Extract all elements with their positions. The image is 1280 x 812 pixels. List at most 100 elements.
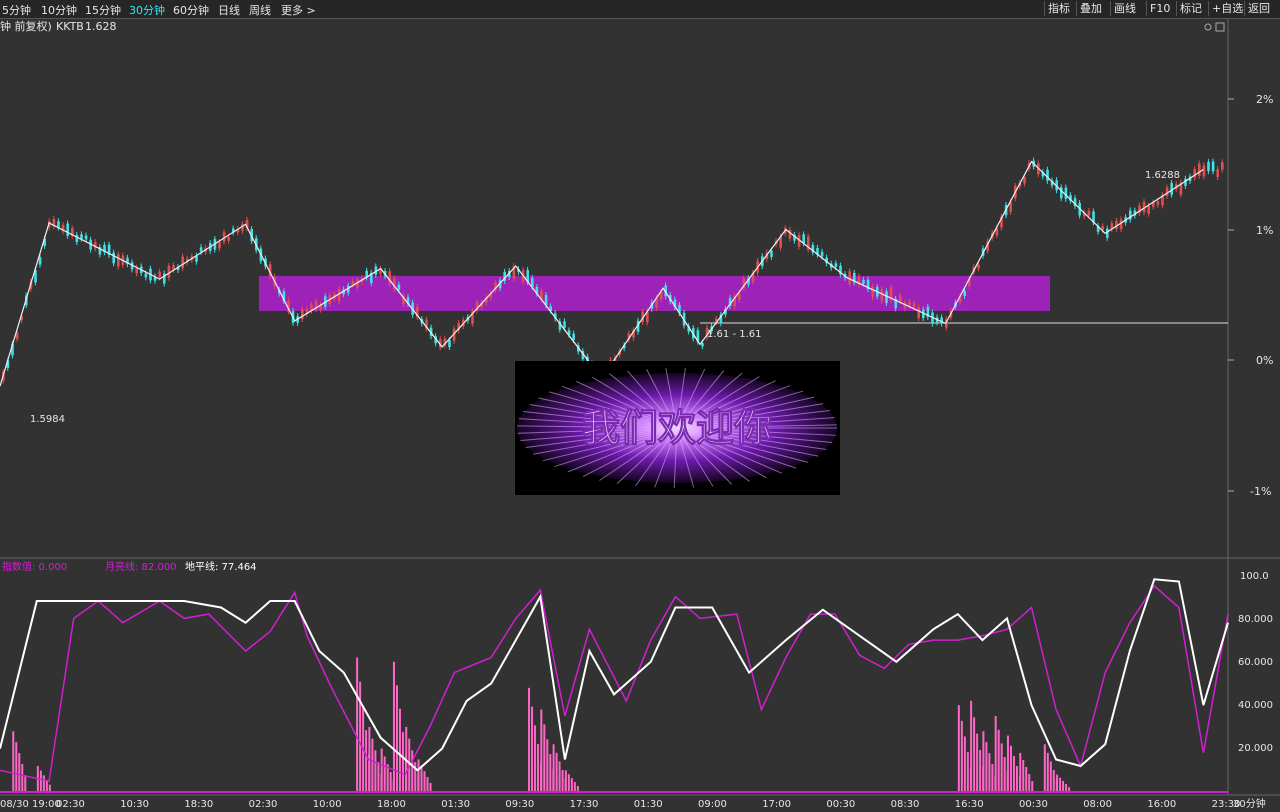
index-bar bbox=[398, 708, 401, 792]
index-bar bbox=[567, 774, 570, 792]
header-prefix: 钟 前复权) bbox=[0, 19, 52, 33]
index-bar bbox=[21, 764, 24, 792]
time-label: 01:30 bbox=[634, 799, 663, 810]
index-bar bbox=[979, 750, 982, 792]
candle bbox=[880, 288, 884, 302]
candle bbox=[337, 289, 341, 302]
time-axis-period: 30分钟 bbox=[1233, 797, 1266, 810]
candle bbox=[572, 333, 575, 340]
index-bar bbox=[1049, 761, 1052, 792]
candle bbox=[963, 290, 966, 297]
index-bar bbox=[1006, 735, 1009, 792]
candle bbox=[738, 293, 741, 300]
candle bbox=[885, 291, 888, 304]
window-icon[interactable] bbox=[1215, 22, 1225, 32]
index-bar bbox=[429, 782, 432, 792]
index-bar bbox=[374, 750, 377, 792]
index-bar bbox=[42, 775, 45, 792]
ind-tick-80: 80.000 bbox=[1238, 614, 1273, 625]
time-label: 08:00 bbox=[1083, 799, 1112, 810]
index-bar bbox=[1043, 744, 1046, 792]
candles bbox=[2, 157, 1224, 384]
indicator-label-moon: 月亮线: 82.000 bbox=[105, 560, 177, 573]
time-label: 17:30 bbox=[570, 799, 599, 810]
candle bbox=[563, 321, 566, 328]
time-label: 10:00 bbox=[313, 799, 342, 810]
candle bbox=[218, 242, 221, 249]
annotation-high: 1.6288 bbox=[1145, 170, 1180, 181]
index-bar bbox=[1012, 755, 1015, 792]
welcome-banner-image: 我们欢迎你 bbox=[515, 361, 840, 495]
candle bbox=[834, 263, 838, 267]
index-histogram bbox=[12, 657, 1071, 792]
candle bbox=[1156, 201, 1160, 205]
index-bar bbox=[543, 724, 546, 792]
index-bar bbox=[966, 752, 969, 792]
time-label: 00:30 bbox=[826, 799, 855, 810]
index-bar bbox=[570, 778, 573, 792]
index-bar bbox=[1019, 752, 1022, 792]
candle bbox=[84, 235, 88, 240]
candle bbox=[770, 250, 773, 257]
welcome-text: 我们欢迎你 bbox=[582, 406, 772, 450]
time-axis: 02:30 10:30 18:30 02:30 10:00 18:00 01:30 09:30… bbox=[56, 799, 1240, 810]
highlight-zone bbox=[259, 276, 1050, 311]
candle bbox=[199, 247, 203, 252]
index-bar bbox=[558, 761, 561, 792]
indicator-label-horizon: 地平线: 77.464 bbox=[185, 560, 257, 573]
candle bbox=[820, 251, 824, 257]
index-bar bbox=[549, 754, 552, 792]
candle bbox=[1147, 205, 1150, 214]
candle bbox=[397, 284, 401, 290]
time-label: 16:30 bbox=[955, 799, 984, 810]
index-bar bbox=[365, 730, 368, 792]
index-bar bbox=[957, 705, 960, 792]
candle bbox=[1207, 162, 1210, 172]
time-label: 18:30 bbox=[184, 799, 213, 810]
index-bar bbox=[985, 742, 988, 792]
annotation-mid: 1.61 - 1.61 bbox=[707, 329, 762, 340]
candle bbox=[1087, 210, 1091, 216]
candle bbox=[1165, 187, 1169, 196]
index-bar bbox=[18, 753, 21, 792]
time-label: 00:30 bbox=[1019, 799, 1048, 810]
index-bar bbox=[48, 784, 51, 792]
candle bbox=[848, 271, 851, 284]
ind-tick-40: 40.000 bbox=[1238, 700, 1273, 711]
candle bbox=[1202, 165, 1206, 177]
annotation-low: 1.5984 bbox=[30, 414, 65, 425]
candle bbox=[977, 264, 980, 269]
index-bar bbox=[417, 759, 420, 792]
candle bbox=[117, 254, 120, 267]
index-bar bbox=[1046, 752, 1049, 792]
candle bbox=[1211, 161, 1215, 172]
candle bbox=[899, 295, 902, 302]
candle bbox=[788, 229, 792, 239]
candle bbox=[38, 257, 42, 265]
candle bbox=[701, 343, 704, 347]
time-label: 16:00 bbox=[1147, 799, 1176, 810]
index-bar bbox=[1052, 770, 1055, 792]
index-bar bbox=[994, 716, 997, 792]
indicator-axis: 100.0 80.000 60.000 40.000 20.000 bbox=[1238, 571, 1273, 754]
index-bar bbox=[973, 717, 976, 792]
index-bar bbox=[982, 731, 985, 792]
settings-icon[interactable] bbox=[1204, 23, 1212, 31]
time-label: 18:00 bbox=[377, 799, 406, 810]
index-bar bbox=[537, 744, 540, 792]
index-bar bbox=[1059, 777, 1062, 792]
candle bbox=[1023, 177, 1026, 184]
candle bbox=[66, 223, 69, 236]
index-bar bbox=[976, 733, 979, 792]
candle bbox=[448, 340, 451, 347]
candle bbox=[351, 281, 355, 285]
header-price: 1.628 bbox=[85, 20, 117, 33]
time-label: 08:30 bbox=[891, 799, 920, 810]
time-label: 09:00 bbox=[698, 799, 727, 810]
candle bbox=[144, 273, 148, 278]
candle bbox=[871, 286, 874, 298]
index-bar bbox=[555, 752, 558, 792]
index-bar bbox=[531, 706, 534, 792]
index-bar bbox=[1022, 759, 1025, 792]
candle bbox=[1046, 169, 1049, 181]
